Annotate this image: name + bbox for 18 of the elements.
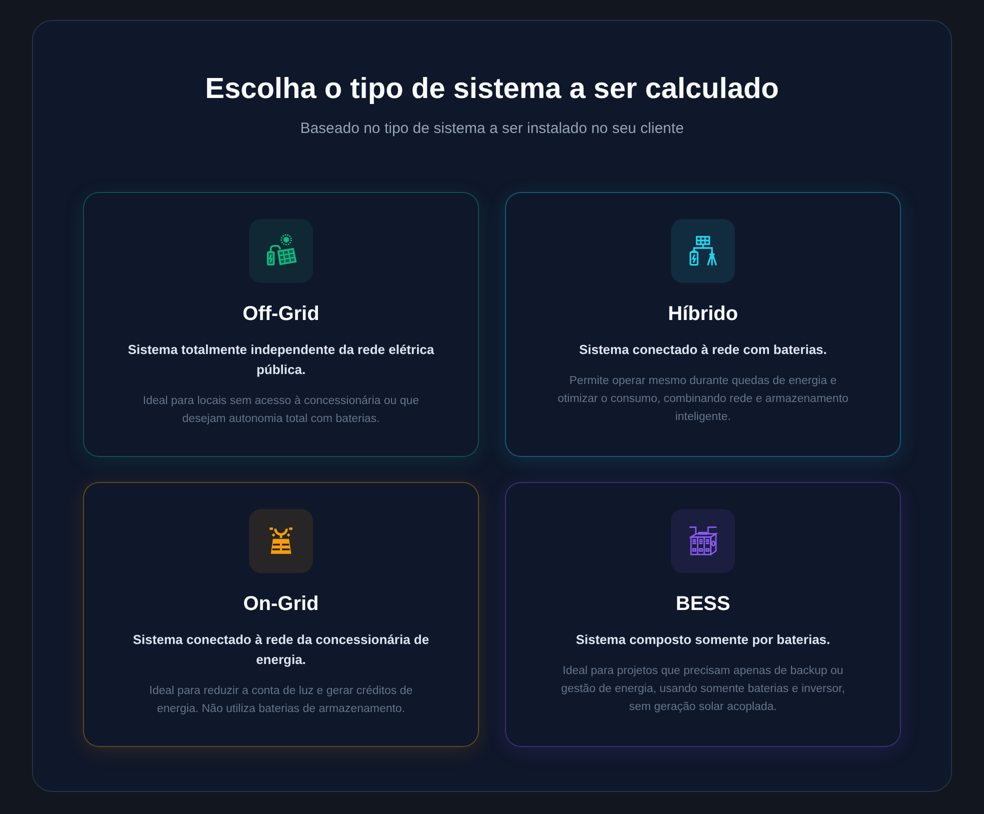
option-summary: Sistema conectado à rede da concessionária de energia. [132, 631, 430, 669]
system-option-card[interactable]: BESS Sistema composto somente por baterias. Ideal para projetos que precisam apenas de backup ou gestão de energia, usando somente baterias e inversor, sem geração solar acoplada. [505, 482, 901, 747]
option-title: BESS [676, 592, 730, 617]
system-option-card[interactable]: On-Grid Sistema conectado à rede da concessionária de energia. Ideal para reduzir a conta de luz e gerar créditos de energia. Não utiliza baterias de armazenamento. [83, 482, 479, 747]
option-title: On-Grid [243, 592, 319, 617]
option-description: Ideal para locais sem acesso à concessionária ou que desejam autonomia total com baterias. [142, 394, 420, 427]
option-summary: Sistema composto somente por baterias. [576, 631, 830, 649]
page-subtitle: Baseado no tipo de sistema a ser instalado no seu cliente [300, 119, 684, 139]
option-description: Ideal para reduzir a conta de luz e gerar créditos de energia. Não utiliza baterias de armazenamento. [148, 684, 414, 717]
option-summary: Sistema conectado à rede com baterias. [579, 341, 827, 359]
page-title: Escolha o tipo de sistema a ser calculado [205, 72, 779, 107]
option-title: Off-Grid [242, 302, 320, 327]
system-option-card[interactable]: Off-Grid Sistema totalmente independente da rede elétrica pública. Ideal para locais sem acesso à concessionária ou que desejam autonomia total com baterias. [83, 192, 479, 457]
option-summary: Sistema totalmente independente da rede elétrica pública. [126, 341, 436, 379]
option-description: Permite operar mesmo durante quedas de energia e otimizar o consumo, combinando rede e armazenamento inteligente. [556, 374, 850, 425]
option-description: Ideal para projetos que precisam apenas de backup ou gestão de energia, usando somente baterias e inversor, sem geração solar acoplada. [560, 664, 846, 715]
system-option-card[interactable]: Híbrido Sistema conectado à rede com baterias. Permite operar mesmo durante quedas de energia e otimizar o consumo, combinando rede e armazenamento inteligente. [505, 192, 901, 457]
option-title: Híbrido [668, 302, 738, 327]
